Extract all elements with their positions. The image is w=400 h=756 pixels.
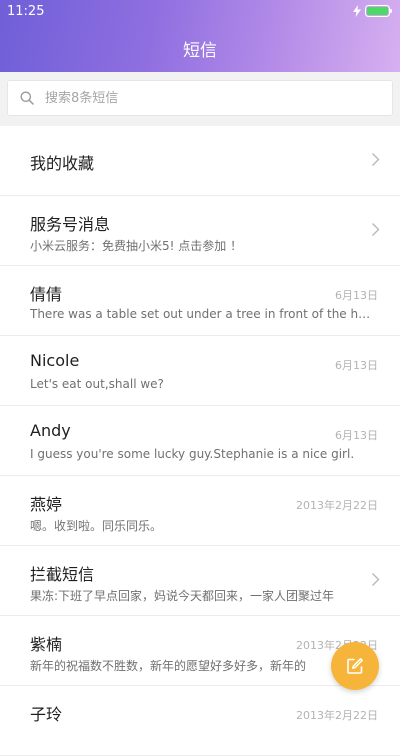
item-name: 服务号消息 — [30, 215, 111, 234]
search-input[interactable] — [45, 88, 375, 108]
header-bar: 11:25 短信 — [0, 0, 400, 72]
search-box[interactable] — [7, 80, 393, 116]
item-date: 6月13日 — [335, 289, 378, 302]
list-item-conversation[interactable]: 燕婷 2013年2月22日 嗯。收到啦。同乐同乐。 — [0, 476, 400, 546]
item-preview: I guess you're some lucky guy.Stephanie … — [30, 447, 355, 461]
item-name: 倩倩 — [30, 285, 63, 304]
item-preview: 新年的祝福数不胜数，新年的愿望好多好多，新年的 — [30, 659, 307, 673]
item-name: 我的收藏 — [30, 154, 95, 173]
item-name: 燕婷 — [30, 495, 63, 514]
item-preview: 嗯。收到啦。同乐同乐。 — [30, 519, 163, 533]
item-date: 2013年2月22日 — [296, 709, 378, 722]
chevron-right-icon — [372, 153, 380, 166]
search-icon — [20, 91, 34, 105]
search-area — [0, 72, 400, 126]
item-name: Andy — [30, 421, 71, 440]
item-date: 6月13日 — [335, 429, 378, 442]
item-name: 拦截短信 — [30, 565, 95, 584]
list-item-conversation[interactable]: Andy 6月13日 I guess you're some lucky guy… — [0, 406, 400, 476]
list-item-conversation[interactable]: 子玲 2013年2月22日 — [0, 686, 400, 756]
list-item-blocked-messages[interactable]: 拦截短信 果冻:下班了早点回家，妈说今天都回来，一家人团聚过年 — [0, 546, 400, 616]
item-date: 6月13日 — [335, 359, 378, 372]
item-name: Nicole — [30, 351, 80, 370]
compose-button[interactable] — [331, 642, 379, 690]
compose-icon — [347, 658, 363, 674]
item-preview: 果冻:下班了早点回家，妈说今天都回来，一家人团聚过年 — [30, 589, 335, 603]
item-name: 紫楠 — [30, 635, 63, 654]
status-icons — [353, 4, 393, 18]
list-item-favorites[interactable]: 我的收藏 — [0, 126, 400, 196]
battery-icon — [365, 5, 392, 17]
list-item-conversation[interactable]: 倩倩 6月13日 There was a table set out under… — [0, 266, 400, 336]
chevron-right-icon — [372, 573, 380, 586]
item-preview: There was a table set out under a tree i… — [30, 307, 375, 321]
lightning-icon — [353, 5, 361, 17]
item-name: 子玲 — [30, 705, 63, 724]
list-item-service-messages[interactable]: 服务号消息 小米云服务：免费抽小米5! 点击参加 ！ — [0, 196, 400, 266]
page-title: 短信 — [183, 41, 217, 61]
item-preview: Let's eat out,shall we? — [30, 377, 164, 391]
chevron-right-icon — [372, 223, 380, 236]
item-preview: 小米云服务：免费抽小米5! 点击参加 ！ — [30, 239, 243, 253]
list-item-conversation[interactable]: Nicole 6月13日 Let's eat out,shall we? — [0, 336, 400, 406]
item-date: 2013年2月22日 — [296, 499, 378, 512]
status-time: 11:25 — [7, 4, 45, 19]
